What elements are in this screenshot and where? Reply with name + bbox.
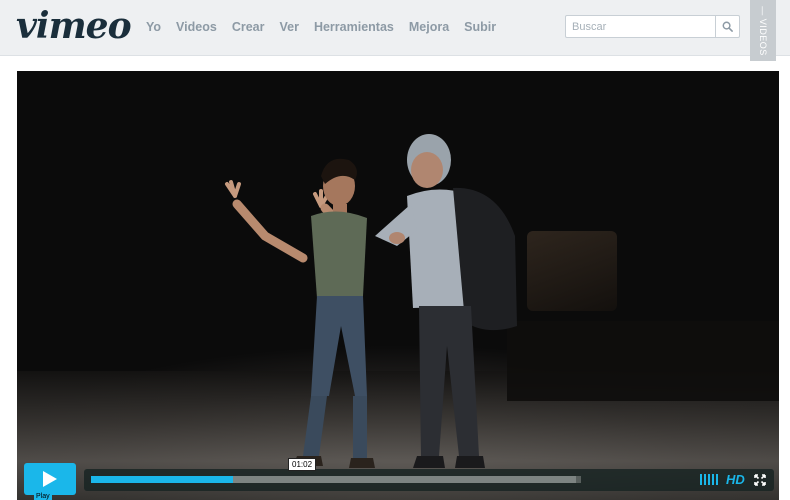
progress-played xyxy=(91,476,234,483)
top-navigation-bar: vimeo Yo Videos Crear Ver Herramientas M… xyxy=(0,0,790,61)
search-input[interactable] xyxy=(566,16,716,37)
nav-item-mejora[interactable]: Mejora xyxy=(409,20,449,34)
nav-item-ver[interactable]: Ver xyxy=(279,20,298,34)
video-player[interactable]: Play 01:02 HD xyxy=(17,71,779,500)
side-tab-label: — VIDEOS xyxy=(758,5,769,56)
control-bar: 01:02 HD xyxy=(84,458,774,491)
play-button[interactable] xyxy=(24,463,76,495)
progress-bar[interactable] xyxy=(91,476,581,483)
video-frame-stage-blocks xyxy=(507,321,779,401)
nav-item-subir[interactable]: Subir xyxy=(464,20,496,34)
vimeo-logo[interactable]: vimeo xyxy=(16,6,132,46)
nav-item-herramientas[interactable]: Herramientas xyxy=(314,20,394,34)
video-frame-performer-right xyxy=(375,134,517,468)
video-frame-performer-left xyxy=(225,158,375,468)
search-button[interactable] xyxy=(715,16,739,37)
nav-item-crear[interactable]: Crear xyxy=(232,20,265,34)
nav-item-yo[interactable]: Yo xyxy=(146,20,161,34)
videos-side-tab[interactable]: — VIDEOS xyxy=(750,0,776,61)
volume-icon[interactable] xyxy=(700,474,718,485)
timecode-tooltip: 01:02 xyxy=(288,458,317,471)
player-controls: Play 01:02 HD xyxy=(17,458,779,500)
play-icon xyxy=(43,471,57,487)
nav-item-videos[interactable]: Videos xyxy=(176,20,217,34)
play-tooltip: Play xyxy=(34,493,52,500)
search-box xyxy=(565,15,740,38)
hd-button[interactable]: HD xyxy=(726,472,745,487)
fullscreen-icon[interactable] xyxy=(754,474,766,486)
main-nav: Yo Videos Crear Ver Herramientas Mejora … xyxy=(146,20,511,34)
search-icon xyxy=(722,21,733,32)
